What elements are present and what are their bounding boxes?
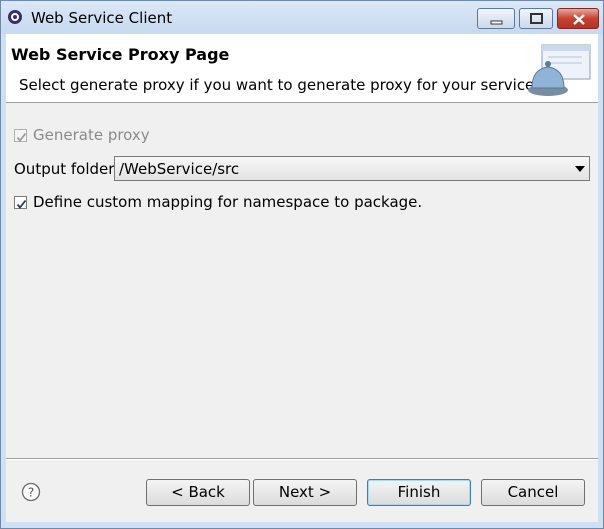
window-title: Web Service Client [31,9,173,27]
svg-text:?: ? [28,486,34,500]
output-folder-value: /WebService/src [119,160,240,178]
help-icon[interactable]: ? [21,482,41,502]
app-icon [8,10,22,24]
minimize-button[interactable] [477,8,515,29]
finish-button[interactable]: Finish [367,479,471,506]
custom-mapping-label: Define custom mapping for namespace to p… [33,193,423,211]
output-folder-combo[interactable]: /WebService/src [114,156,590,181]
service-bell-icon [528,44,591,96]
back-button[interactable]: < Back [146,479,250,506]
minimize-icon [490,20,503,25]
next-button[interactable]: Next > [253,479,357,506]
wizard-header: Web Service Proxy Page Select generate p… [6,34,598,103]
page-title: Web Service Proxy Page [11,45,230,64]
maximize-icon [530,13,543,24]
generate-proxy-label: Generate proxy [33,126,150,144]
checkbox-box[interactable] [14,195,27,209]
chevron-down-icon[interactable] [575,166,585,172]
checkmark-icon [16,199,27,209]
close-button[interactable] [557,8,599,29]
custom-mapping-checkbox[interactable]: Define custom mapping for namespace to p… [14,193,422,211]
maximize-button[interactable] [519,8,553,29]
button-bar-separator [6,458,598,460]
title-bar[interactable]: Web Service Client [1,1,603,34]
checkbox-box[interactable] [14,128,27,142]
dialog-body: Web Service Proxy Page Select generate p… [6,34,598,522]
dialog-window: Web Service Client Web Service Proxy Pag… [0,0,604,529]
cancel-button[interactable]: Cancel [481,479,585,506]
generate-proxy-checkbox[interactable]: Generate proxy [14,126,150,144]
checkmark-icon [16,132,27,142]
page-description: Select generate proxy if you want to gen… [19,76,540,94]
output-folder-label: Output folder [14,160,115,178]
close-icon [573,14,585,25]
